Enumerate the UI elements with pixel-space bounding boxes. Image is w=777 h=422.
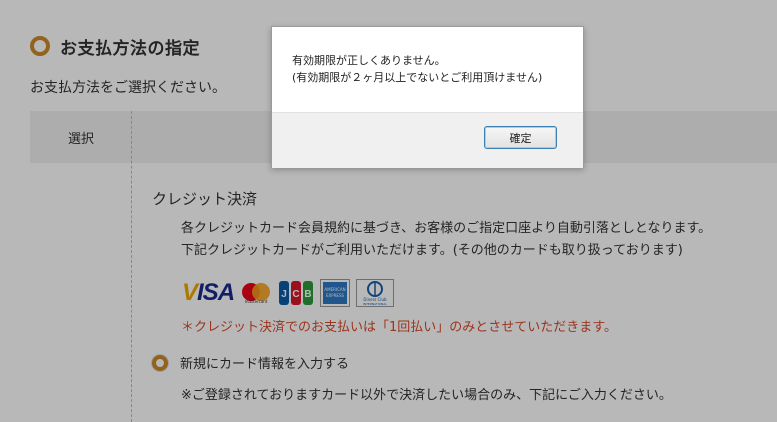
dialog-message-line1: 有効期限が正しくありません。 (292, 54, 446, 67)
dialog-body: 有効期限が正しくありません。 (有効期限が２ヶ月以上でないとご利用頂けません) (272, 27, 583, 112)
dialog-message-line2: (有効期限が２ヶ月以上でないとご利用頂けません) (292, 71, 543, 84)
alert-dialog: 有効期限が正しくありません。 (有効期限が２ヶ月以上でないとご利用頂けません) … (271, 26, 584, 168)
ok-button[interactable]: 確定 (484, 126, 557, 149)
dialog-footer: 確定 (272, 112, 583, 168)
